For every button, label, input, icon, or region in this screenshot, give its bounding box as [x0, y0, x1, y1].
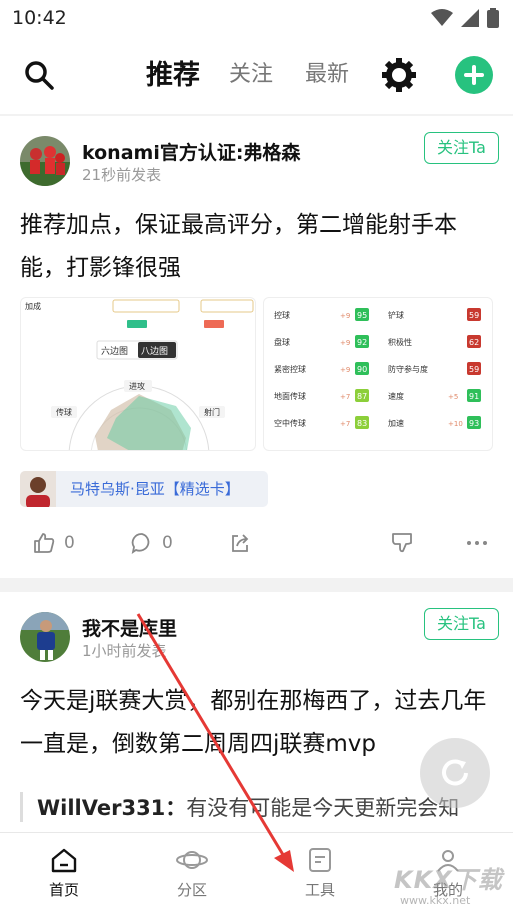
stat-label: 紧密控球 — [274, 364, 306, 374]
author-name[interactable]: konami官方认证:弗格森 — [82, 138, 300, 165]
tab-following[interactable]: 关注 — [229, 56, 273, 88]
stat-value: 95 — [357, 311, 367, 320]
stat-label: 加速 — [388, 418, 404, 428]
quote-text: 有没有可能是今天更新完会知 — [186, 796, 460, 820]
stat-bonus: +10 — [448, 420, 463, 428]
stat-bonus: +7 — [340, 420, 350, 428]
battery-icon — [487, 8, 499, 28]
post-card[interactable]: konami官方认证:弗格森 21秒前发表 关注Ta 推荐加点，保证最高评分，第… — [0, 116, 513, 578]
share-button[interactable] — [228, 531, 252, 555]
player-avatar — [20, 471, 56, 507]
post-time: 21秒前发表 — [82, 166, 162, 184]
stat-value: 59 — [469, 365, 479, 374]
top-nav: 推荐 关注 最新 — [0, 36, 513, 114]
dislike-button[interactable] — [390, 531, 414, 555]
stat-value: 62 — [469, 338, 479, 347]
toggle-hexagon: 六边图 — [101, 345, 128, 357]
status-icons — [431, 8, 499, 28]
stat-value: 87 — [357, 392, 367, 401]
post-image-radar[interactable]: 加成 六边图 八边图 进攻 传球 射门 — [20, 297, 256, 451]
search-icon[interactable] — [22, 58, 56, 92]
author-avatar[interactable] — [20, 136, 70, 186]
toggle-octagon: 八边图 — [141, 346, 168, 357]
tools-document-icon — [309, 848, 331, 872]
home-icon — [51, 848, 77, 873]
player-tag-name: 马特乌斯·昆亚【精选卡】 — [70, 480, 240, 498]
more-dots-icon — [467, 541, 487, 545]
radar-label-attack: 进攻 — [129, 381, 145, 391]
refresh-icon — [442, 759, 468, 786]
status-bar: 10:42 — [0, 0, 513, 36]
comment-count: 0 — [162, 533, 173, 553]
watermark-logo: KKX下载 — [394, 866, 503, 894]
stat-label: 铲球 — [388, 310, 404, 320]
post-actions: 0 0 — [0, 526, 513, 566]
stat-label: 防守参与度 — [388, 364, 428, 374]
signal-icon — [461, 9, 479, 27]
bottom-tab-label: 分区 — [176, 881, 207, 899]
gear-icon[interactable] — [380, 56, 418, 94]
stat-bonus: +5 — [448, 393, 458, 401]
image-header-label: 加成 — [25, 301, 41, 311]
refresh-float-button[interactable] — [420, 738, 490, 808]
share-icon — [232, 534, 249, 552]
bottom-tab-tools[interactable]: 工具 — [280, 847, 360, 900]
bottom-tab-label: 首页 — [48, 881, 79, 899]
stat-value: 59 — [469, 311, 479, 320]
thumbs-down-icon — [392, 533, 412, 553]
wifi-icon — [431, 9, 453, 26]
author-avatar[interactable] — [20, 612, 70, 662]
more-options-button[interactable] — [465, 531, 489, 555]
stat-bonus: +9 — [340, 312, 350, 320]
radar-label-shoot: 射门 — [204, 407, 220, 417]
post-time: 1小时前发表 — [82, 642, 167, 660]
tab-recommend[interactable]: 推荐 — [146, 53, 200, 92]
radar-label-pass: 传球 — [56, 407, 72, 417]
watermark-url: www.kkx.net — [400, 894, 471, 907]
stat-label: 积极性 — [388, 337, 412, 347]
quote-user[interactable]: WillVer331： — [37, 796, 186, 820]
stat-value: 91 — [469, 392, 479, 401]
stat-value: 92 — [357, 338, 367, 347]
like-button[interactable]: 0 — [32, 531, 75, 555]
follow-button[interactable]: 关注Ta — [424, 608, 499, 640]
player-card-tag[interactable]: 马特乌斯·昆亚【精选卡】 — [20, 471, 268, 507]
planet-icon — [176, 851, 208, 869]
like-count: 0 — [64, 533, 75, 553]
stat-bonus: +9 — [340, 366, 350, 374]
thumbs-up-icon — [34, 533, 55, 553]
stat-label: 控球 — [274, 310, 290, 320]
post-image-stats[interactable]: 控球 +9 95 铲球 59 盘球 +9 92 积极性 62 紧密控球 +9 90 防守参与度 59 地面传球… — [263, 297, 493, 451]
post-text[interactable]: 推荐加点，保证最高评分，第二增能射手本能，打影锋很强 — [20, 204, 495, 290]
stat-value: 93 — [469, 419, 479, 428]
bottom-tab-sections[interactable]: 分区 — [152, 847, 232, 900]
author-name[interactable]: 我不是库里 — [82, 614, 177, 641]
follow-button[interactable]: 关注Ta — [424, 132, 499, 164]
tab-latest[interactable]: 最新 — [305, 56, 349, 88]
stat-value: 90 — [357, 365, 367, 374]
add-post-button[interactable] — [455, 56, 493, 94]
comment-button[interactable]: 0 — [130, 531, 173, 555]
status-time: 10:42 — [12, 7, 67, 29]
comment-icon — [131, 533, 150, 554]
bottom-tab-label: 工具 — [304, 881, 335, 899]
stat-label: 地面传球 — [274, 391, 306, 401]
stat-bonus: +9 — [340, 339, 350, 347]
stat-bonus: +7 — [340, 393, 350, 401]
bottom-tab-home[interactable]: 首页 — [24, 847, 104, 900]
stat-label: 速度 — [388, 391, 404, 401]
stat-label: 盘球 — [274, 337, 290, 347]
stat-value: 83 — [357, 419, 367, 428]
stat-label: 空中传球 — [274, 418, 306, 428]
